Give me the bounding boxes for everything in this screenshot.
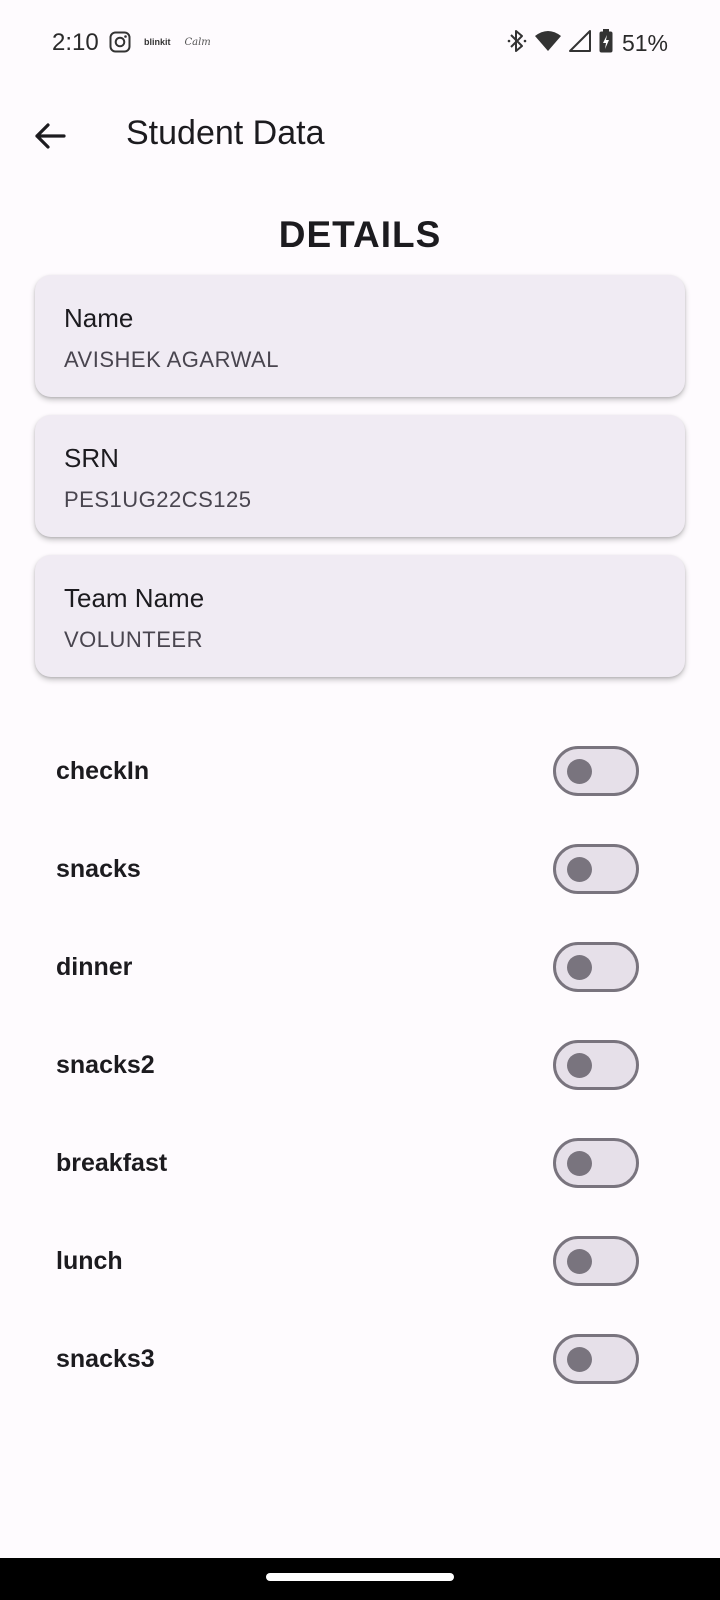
switch-thumb	[567, 857, 592, 882]
toggle-label: breakfast	[56, 1149, 168, 1177]
system-icons: 51%	[506, 28, 668, 59]
toggle-row-snacks2: snacks2	[0, 1037, 720, 1097]
snacks3-switch[interactable]	[553, 1334, 639, 1384]
back-button[interactable]	[24, 112, 76, 164]
toggle-row-breakfast: breakfast	[0, 1135, 720, 1195]
toggle-row-checkin: checkIn	[0, 743, 720, 803]
signal-icon	[568, 29, 592, 58]
switch-thumb	[567, 955, 592, 980]
card-value: AVISHEK AGARWAL	[64, 347, 279, 372]
toggle-label: snacks	[56, 855, 141, 883]
lunch-switch[interactable]	[553, 1236, 639, 1286]
wifi-icon	[534, 29, 562, 58]
notification-icons: blinkit Calm	[108, 30, 211, 54]
page-title: Student Data	[126, 114, 325, 152]
toggle-label: lunch	[56, 1247, 123, 1275]
app-bar: Student Data	[0, 100, 720, 176]
card-label: Team Name	[64, 583, 205, 613]
blinkit-icon: blinkit	[144, 37, 171, 47]
srn-card: SRN PES1UG22CS125	[35, 415, 685, 537]
checkin-switch[interactable]	[553, 746, 639, 796]
bluetooth-icon	[506, 28, 528, 59]
home-gesture-handle[interactable]	[266, 1573, 454, 1581]
toggle-label: dinner	[56, 953, 133, 981]
snacks2-switch[interactable]	[553, 1040, 639, 1090]
team-name-card: Team Name VOLUNTEER	[35, 555, 685, 677]
switch-thumb	[567, 1347, 592, 1372]
arrow-left-icon	[34, 122, 66, 155]
toggle-label: snacks3	[56, 1345, 155, 1373]
card-value: VOLUNTEER	[64, 627, 203, 652]
battery-icon	[598, 28, 614, 59]
dinner-switch[interactable]	[553, 942, 639, 992]
toggle-row-snacks3: snacks3	[0, 1331, 720, 1391]
battery-percent: 51%	[621, 30, 668, 56]
system-nav-bar	[0, 1558, 720, 1600]
switch-thumb	[567, 1053, 592, 1078]
toggle-label: checkIn	[56, 757, 150, 785]
card-label: Name	[64, 303, 134, 333]
calm-icon: Calm	[184, 36, 211, 48]
status-bar: 2:10 blinkit Calm 51%	[0, 0, 720, 90]
toggle-row-lunch: lunch	[0, 1233, 720, 1293]
card-label: SRN	[64, 443, 119, 473]
switch-thumb	[567, 1151, 592, 1176]
breakfast-switch[interactable]	[553, 1138, 639, 1188]
toggle-row-snacks: snacks	[0, 841, 720, 901]
toggle-label: snacks2	[56, 1051, 155, 1079]
switch-thumb	[567, 759, 592, 784]
name-card: Name AVISHEK AGARWAL	[35, 275, 685, 397]
status-time: 2:10	[52, 29, 99, 56]
snacks-switch[interactable]	[553, 844, 639, 894]
switch-thumb	[567, 1249, 592, 1274]
instagram-icon	[108, 30, 132, 54]
details-heading: DETAILS	[278, 214, 442, 255]
toggle-row-dinner: dinner	[0, 939, 720, 999]
card-value: PES1UG22CS125	[64, 487, 252, 512]
